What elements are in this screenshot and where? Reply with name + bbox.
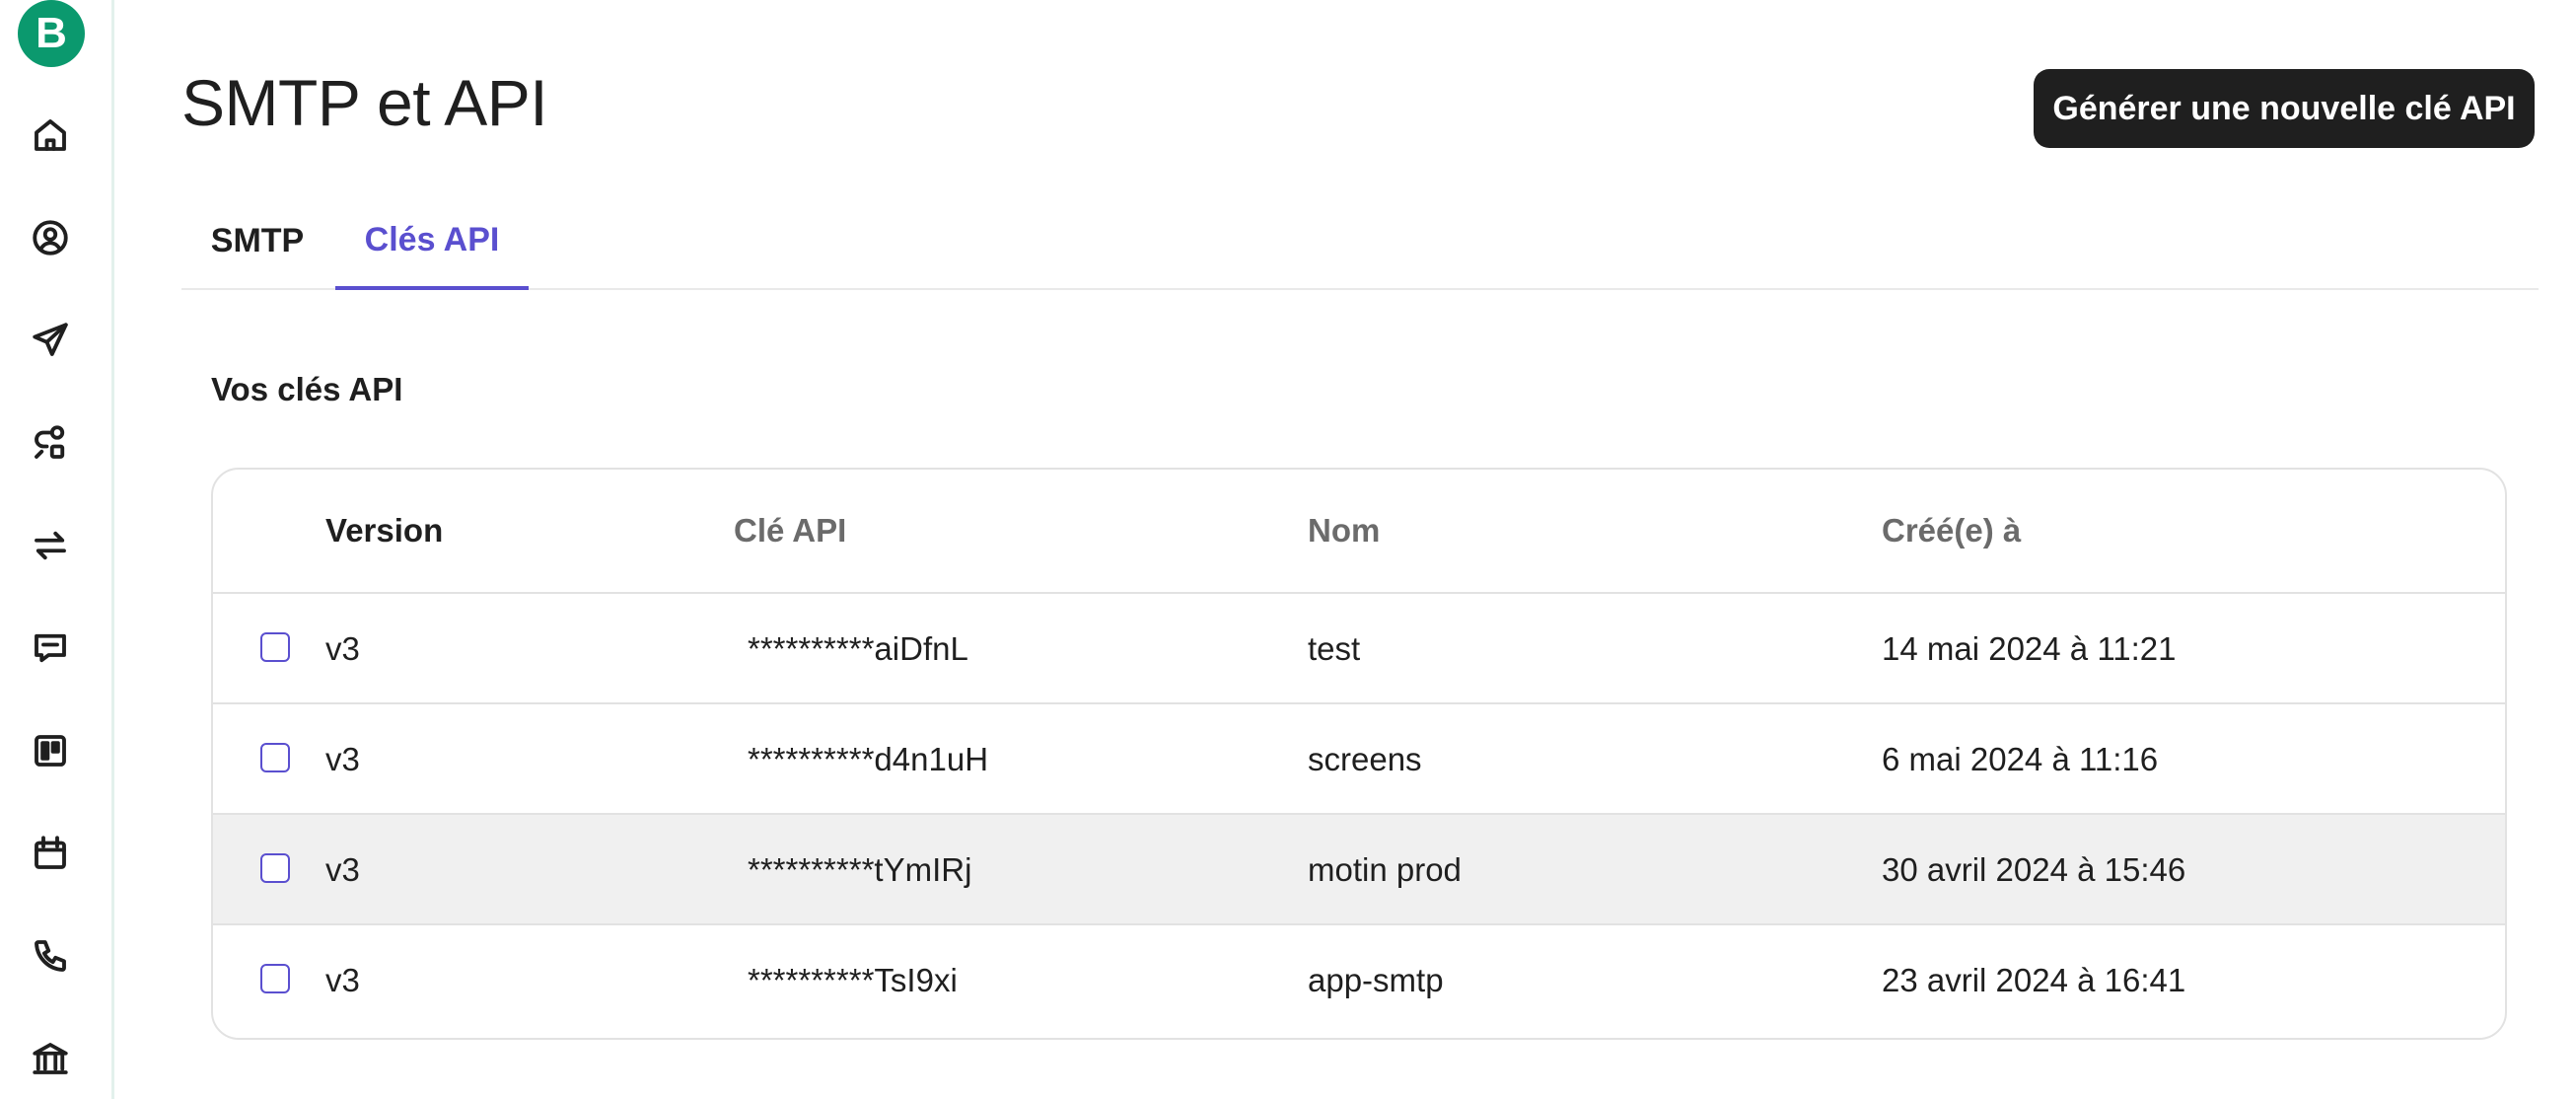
page-title: SMTP et API <box>181 66 548 139</box>
automation-icon[interactable] <box>28 420 73 466</box>
send-icon[interactable] <box>28 318 73 363</box>
version-cell: v3 <box>325 741 360 777</box>
column-header-name: Nom <box>1308 512 1381 549</box>
created-cell: 30 avril 2024 à 15:46 <box>1882 851 2186 888</box>
created-cell: 14 mai 2024 à 11:21 <box>1882 630 2177 667</box>
section-title: Vos clés API <box>211 371 403 407</box>
table-row[interactable]: v3 **********tYmIRj motin prod 30 avril … <box>213 815 2505 925</box>
version-cell: v3 <box>325 962 360 998</box>
name-cell: screens <box>1308 741 1422 777</box>
api-key-cell: **********aiDfnL <box>748 630 968 667</box>
tab-smtp[interactable]: SMTP <box>211 193 304 288</box>
tab-api-keys[interactable]: Clés API <box>335 193 529 290</box>
column-header-version[interactable]: Version <box>325 470 443 592</box>
created-cell: 6 mai 2024 à 11:16 <box>1882 741 2159 777</box>
table-row[interactable]: v3 **********aiDfnL test 14 mai 2024 à 1… <box>213 594 2505 704</box>
name-cell: motin prod <box>1308 851 1462 888</box>
conversations-icon[interactable] <box>28 625 73 671</box>
generate-api-key-button[interactable]: Générer une nouvelle clé API <box>2034 69 2535 148</box>
transactional-icon[interactable] <box>28 523 73 568</box>
api-keys-table: Version Clé API Nom Créé(e) à v3 *******… <box>211 468 2507 1040</box>
api-key-cell: **********TsI9xi <box>748 962 958 998</box>
column-header-created: Créé(e) à <box>1882 512 2022 549</box>
sidebar: B <box>0 0 114 1099</box>
table-header: Version Clé API Nom Créé(e) à <box>213 470 2505 594</box>
name-cell: app-smtp <box>1308 962 1444 998</box>
phone-icon[interactable] <box>28 933 73 979</box>
deals-icon[interactable] <box>28 728 73 773</box>
home-icon[interactable] <box>28 112 73 158</box>
bank-icon[interactable] <box>28 1036 73 1081</box>
column-header-api-key: Clé API <box>734 512 847 549</box>
table-row[interactable]: v3 **********TsI9xi app-smtp 23 avril 20… <box>213 925 2505 1036</box>
name-cell: test <box>1308 630 1361 667</box>
brevo-logo[interactable]: B <box>18 0 85 67</box>
meetings-icon[interactable] <box>28 831 73 876</box>
tab-bar: SMTP Clés API <box>181 193 2539 290</box>
version-cell: v3 <box>325 630 360 667</box>
version-cell: v3 <box>325 851 360 888</box>
contacts-icon[interactable] <box>28 215 73 260</box>
api-key-cell: **********d4n1uH <box>748 741 989 777</box>
table-row[interactable]: v3 **********d4n1uH screens 6 mai 2024 à… <box>213 704 2505 815</box>
created-cell: 23 avril 2024 à 16:41 <box>1882 962 2186 998</box>
row-checkbox[interactable] <box>260 853 290 883</box>
row-checkbox[interactable] <box>260 632 290 662</box>
row-checkbox[interactable] <box>260 743 290 772</box>
api-key-cell: **********tYmIRj <box>748 851 972 888</box>
row-checkbox[interactable] <box>260 964 290 993</box>
